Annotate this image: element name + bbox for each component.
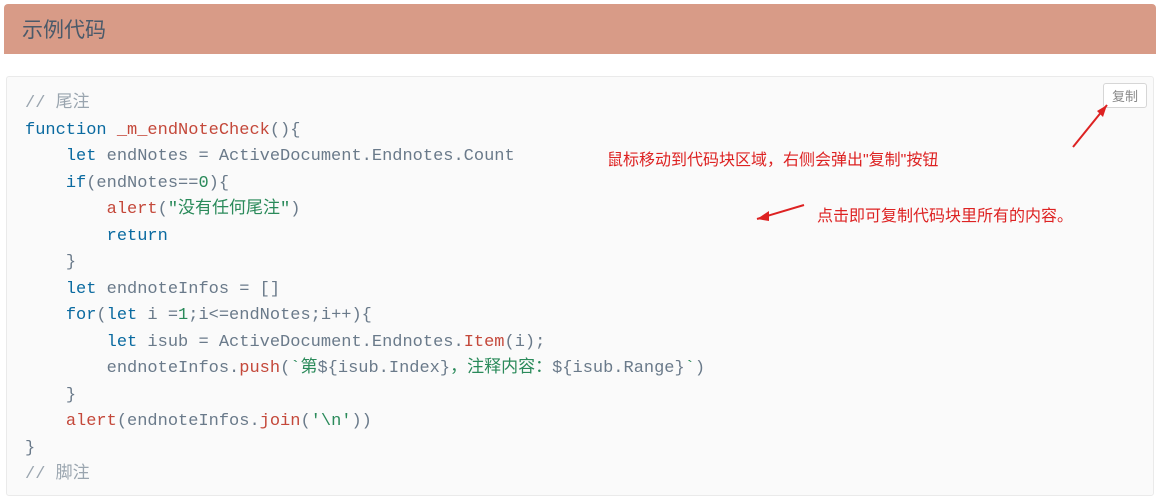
annotation-click-hint: 点击即可复制代码块里所有的内容。 xyxy=(817,205,1077,229)
section-title: 示例代码 xyxy=(22,14,1138,44)
section-header: 示例代码 xyxy=(4,4,1156,54)
annotation-hover-hint: 鼠标移动到代码块区域，右侧会弹出"复制"按钮 xyxy=(607,149,1077,173)
code-block: 复制 鼠标移动到代码块区域，右侧会弹出"复制"按钮 点击即可复制代码块里所有的内… xyxy=(6,76,1154,496)
code-line: // 尾注 xyxy=(25,94,90,113)
func-name: _m_endNoteCheck xyxy=(117,121,270,140)
arrow-to-code-icon xyxy=(749,199,819,234)
keyword: function xyxy=(25,121,107,140)
